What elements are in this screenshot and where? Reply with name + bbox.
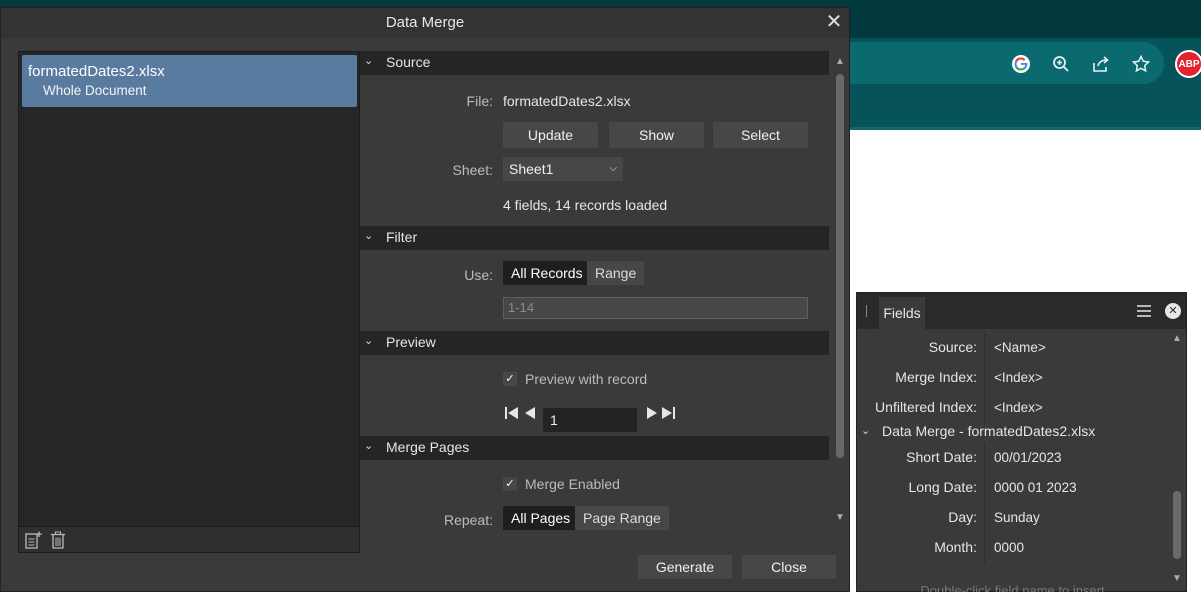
merge-settings-panel: ⌄ Source File: formatedDates2.xlsx Updat… xyxy=(360,51,830,551)
field-row[interactable]: Day: Sunday xyxy=(857,503,1168,533)
update-button[interactable]: Update xyxy=(503,122,598,148)
chevron-down-icon: ⌄ xyxy=(364,440,374,452)
section-title: Filter xyxy=(386,229,418,245)
range-option[interactable]: Range xyxy=(587,261,645,285)
scroll-up-icon[interactable]: ▲ xyxy=(1171,333,1183,345)
section-filter-header[interactable]: ⌄ Filter xyxy=(360,226,829,250)
field-value: <Name> xyxy=(984,333,1168,363)
document-name: formatedDates2.xlsx xyxy=(28,63,165,80)
show-button[interactable]: Show xyxy=(609,122,704,148)
record-range-input[interactable]: 1-14 xyxy=(503,297,808,319)
chevron-down-icon: ⌄ xyxy=(364,230,374,242)
section-merge-pages-header[interactable]: ⌄ Merge Pages xyxy=(360,436,829,460)
records-status: 4 fields, 14 records loaded xyxy=(503,197,668,213)
field-value: Sunday xyxy=(984,503,1168,533)
fields-scrollbar[interactable]: ▲ ▼ xyxy=(1170,333,1184,589)
browser-address-bar[interactable] xyxy=(850,42,1164,84)
dialog-title: Data Merge xyxy=(385,14,465,31)
document-list-footer xyxy=(18,527,360,553)
hamburger-menu-icon[interactable] xyxy=(1135,302,1153,320)
next-record-icon[interactable] xyxy=(643,405,659,421)
merge-document-list: formatedDates2.xlsx Whole Document xyxy=(18,51,360,527)
first-record-icon[interactable] xyxy=(504,405,520,421)
trash-icon[interactable] xyxy=(48,530,68,550)
section-title: Merge Pages xyxy=(386,439,470,455)
field-label: Month: xyxy=(934,539,977,555)
field-row[interactable]: Unfiltered Index: <Index> xyxy=(857,393,1168,423)
repeat-label: Repeat: xyxy=(443,512,493,528)
generate-button[interactable]: Generate xyxy=(638,555,732,579)
field-group-title: Data Merge - formatedDates2.xlsx xyxy=(882,423,1096,439)
field-label: Short Date: xyxy=(906,449,977,465)
field-value: <Index> xyxy=(984,363,1168,393)
file-label: File: xyxy=(466,93,493,109)
share-icon[interactable] xyxy=(1089,52,1113,76)
last-record-icon[interactable] xyxy=(660,405,676,421)
all-pages-option[interactable]: All Pages xyxy=(503,506,579,530)
page-range-option[interactable]: Page Range xyxy=(575,506,669,530)
preview-checkbox[interactable]: ✓ xyxy=(503,372,517,386)
scroll-down-icon[interactable]: ▼ xyxy=(1171,573,1183,585)
record-number-input[interactable]: 1 xyxy=(543,408,637,432)
field-value: 00/01/2023 xyxy=(984,443,1168,473)
zoom-icon[interactable] xyxy=(1049,52,1073,76)
field-group-header[interactable]: ⌄ Data Merge - formatedDates2.xlsx xyxy=(857,421,1168,443)
merge-enabled-label: Merge Enabled xyxy=(525,476,620,492)
field-label: Long Date: xyxy=(908,479,978,495)
field-row[interactable]: Source: <Name> xyxy=(857,333,1168,363)
close-icon[interactable]: ✕ xyxy=(1165,303,1181,319)
scrollbar-thumb[interactable] xyxy=(1173,491,1181,559)
bookmark-star-icon[interactable] xyxy=(1129,52,1153,76)
field-label: Source: xyxy=(928,339,977,355)
field-label: Merge Index: xyxy=(895,369,977,385)
field-value: 0000 01 2023 xyxy=(984,473,1168,503)
list-item[interactable]: formatedDates2.xlsx Whole Document xyxy=(22,55,357,107)
field-value: 0000 xyxy=(984,533,1168,563)
chevron-down-icon: ⌵ xyxy=(609,163,617,174)
section-title: Source xyxy=(386,54,431,70)
scroll-down-icon[interactable]: ▼ xyxy=(834,512,846,524)
section-preview-header[interactable]: ⌄ Preview xyxy=(360,331,829,355)
field-row[interactable]: Merge Index: <Index> xyxy=(857,363,1168,393)
data-merge-dialog: Data Merge ✕ formatedDates2.xlsx Whole D… xyxy=(0,7,850,592)
google-icon[interactable] xyxy=(1009,52,1033,76)
sheet-select-value: Sheet1 xyxy=(509,161,554,177)
sheet-select[interactable]: Sheet1 ⌵ xyxy=(503,157,623,181)
chevron-down-icon: ⌄ xyxy=(861,425,871,437)
field-row[interactable]: Month: 0000 xyxy=(857,533,1168,563)
section-source-header[interactable]: ⌄ Source xyxy=(360,51,829,75)
field-row[interactable]: Long Date: 0000 01 2023 xyxy=(857,473,1168,503)
add-document-icon[interactable] xyxy=(23,530,43,550)
panel-grip-icon[interactable] xyxy=(866,305,867,317)
close-button[interactable]: Close xyxy=(742,555,836,579)
chevron-down-icon: ⌄ xyxy=(364,55,374,67)
preview-checkbox-label: Preview with record xyxy=(525,371,648,387)
merge-enabled-checkbox[interactable]: ✓ xyxy=(503,477,517,491)
file-value: formatedDates2.xlsx xyxy=(503,93,631,109)
dialog-titlebar: Data Merge ✕ xyxy=(1,8,849,38)
field-value: <Index> xyxy=(984,393,1168,423)
dialog-close-icon[interactable]: ✕ xyxy=(823,11,845,33)
scroll-up-icon[interactable]: ▲ xyxy=(834,56,846,68)
settings-scrollbar[interactable]: ▲ ▼ xyxy=(833,56,847,526)
chevron-down-icon: ⌄ xyxy=(364,335,374,347)
all-records-option[interactable]: All Records xyxy=(503,261,591,285)
field-label: Day: xyxy=(948,509,977,525)
use-label: Use: xyxy=(464,267,493,283)
scrollbar-thumb[interactable] xyxy=(836,74,844,458)
document-scope: Whole Document xyxy=(43,83,147,98)
fields-panel: Fields ✕ Source: <Name> Merge Index: <In… xyxy=(856,292,1187,592)
fields-panel-header: Fields ✕ xyxy=(857,293,1186,329)
fields-hint: Double-click field name to insert xyxy=(920,583,1105,592)
field-row[interactable]: Short Date: 00/01/2023 xyxy=(857,443,1168,473)
adblock-icon[interactable]: ABP xyxy=(1175,50,1201,78)
select-button[interactable]: Select xyxy=(713,122,808,148)
section-title: Preview xyxy=(386,334,436,350)
previous-record-icon[interactable] xyxy=(523,405,539,421)
field-label: Unfiltered Index: xyxy=(875,399,977,415)
sheet-label: Sheet: xyxy=(452,162,493,178)
tab-fields[interactable]: Fields xyxy=(879,297,925,329)
